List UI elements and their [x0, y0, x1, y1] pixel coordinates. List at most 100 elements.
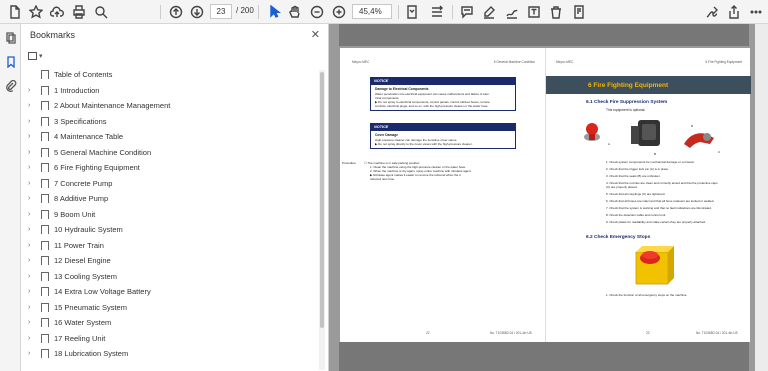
notice-tag: NOTICE: [371, 78, 515, 85]
hand-tool-icon[interactable]: [286, 3, 304, 21]
bookmark-item[interactable]: › 16 Water System: [21, 315, 321, 331]
text-tool-icon[interactable]: [525, 3, 543, 21]
previous-page-icon[interactable]: [167, 3, 185, 21]
bookmark-icon: [41, 333, 49, 344]
bookmark-item[interactable]: Table of Contents: [21, 67, 321, 83]
chevron-right-icon[interactable]: ›: [28, 257, 38, 264]
page-setup-icon[interactable]: [570, 3, 588, 21]
print-icon[interactable]: [70, 3, 88, 21]
bookmarks-icon[interactable]: [3, 54, 18, 69]
chevron-right-icon[interactable]: ›: [28, 319, 38, 326]
select-cursor-icon[interactable]: [265, 3, 283, 21]
share-icon[interactable]: [725, 3, 743, 21]
fig-label-d: D: [691, 124, 694, 128]
notice-box-electrical: NOTICE Damage to Electrical Components W…: [370, 77, 516, 111]
section-title-bar: 6 Fire Fighting Equipment: [546, 76, 751, 94]
fig-label-c: C: [718, 150, 721, 154]
bookmark-item[interactable]: › 17 Reeling Unit: [21, 331, 321, 347]
page-total: / 200: [236, 6, 254, 15]
trigger-button-illustration: [584, 123, 600, 141]
bookmark-item[interactable]: › 3 Specifications: [21, 114, 321, 130]
chevron-right-icon[interactable]: ›: [28, 195, 38, 202]
nozzle-illustration: [684, 133, 714, 148]
bookmark-item[interactable]: › 14 Extra Low Voltage Battery: [21, 284, 321, 300]
bookmark-item[interactable]: › 12 Diesel Engine: [21, 253, 321, 269]
thumbnails-icon[interactable]: [3, 30, 18, 45]
check-step: (C) are properly placed.: [606, 185, 638, 189]
chevron-right-icon[interactable]: ›: [28, 149, 38, 156]
zoom-out-icon[interactable]: [308, 3, 326, 21]
new-file-icon[interactable]: [6, 3, 24, 21]
bookmark-icon: [41, 302, 49, 313]
bookmarks-scrollbar-thumb[interactable]: [320, 72, 324, 328]
chevron-right-icon[interactable]: ›: [28, 273, 38, 280]
bookmark-item[interactable]: › 1 Introduction: [21, 83, 321, 99]
bookmark-item[interactable]: › 4 Maintenance Table: [21, 129, 321, 145]
bookmark-icon: [41, 116, 49, 127]
scroll-mode-icon[interactable]: [428, 3, 446, 21]
fit-page-icon[interactable]: [403, 3, 421, 21]
bookmark-item[interactable]: › 18 Lubrication System: [21, 346, 321, 362]
bookmark-item[interactable]: › 9 Boom Unit: [21, 207, 321, 223]
chevron-right-icon[interactable]: ›: [28, 335, 38, 342]
chevron-right-icon[interactable]: ›: [28, 211, 38, 218]
control-unit-illustration: [631, 120, 660, 146]
bookmark-label: 9 Boom Unit: [54, 209, 96, 219]
chevron-right-icon[interactable]: ›: [28, 118, 38, 125]
bookmark-item[interactable]: › 6 Fire Fighting Equipment: [21, 160, 321, 176]
notice-line: ▶ Do not spray directly to the cover van…: [375, 142, 473, 146]
bookmark-item[interactable]: › 8 Additive Pump: [21, 191, 321, 207]
delete-icon[interactable]: [547, 3, 565, 21]
chevron-right-icon[interactable]: ›: [28, 242, 38, 249]
close-panel-button[interactable]: ✕: [311, 28, 320, 41]
page-number-input[interactable]: 23: [210, 4, 232, 19]
navigation-icon-bar: [0, 24, 21, 371]
highlight-pen-icon[interactable]: [480, 3, 498, 21]
bookmark-item[interactable]: › 5 General Machine Condition: [21, 145, 321, 161]
next-page-icon[interactable]: [188, 3, 206, 21]
bookmark-item[interactable]: › 11 Power Train: [21, 238, 321, 254]
bookmark-item[interactable]: › 13 Cooling System: [21, 269, 321, 285]
list-options-icon: [28, 51, 37, 60]
chevron-right-icon[interactable]: ›: [28, 350, 38, 357]
bookmark-item[interactable]: › 15 Pneumatic System: [21, 300, 321, 316]
procedure-steps: ☐ The machine is in safe parking positio…: [364, 161, 534, 181]
check-step: 3. Check that the seals (B) are unbroken…: [606, 174, 661, 178]
zoom-search-icon[interactable]: [92, 3, 110, 21]
chevron-right-icon[interactable]: ›: [28, 164, 38, 171]
chevron-right-icon[interactable]: ›: [28, 87, 38, 94]
bookmark-label: 1 Introduction: [54, 85, 100, 95]
bookmark-label: 13 Cooling System: [54, 271, 117, 281]
zoom-in-icon[interactable]: [330, 3, 348, 21]
chevron-right-icon[interactable]: ›: [28, 304, 38, 311]
chevron-right-icon[interactable]: ›: [28, 102, 38, 109]
more-menu-icon[interactable]: [747, 3, 765, 21]
page-header-left: Meyco MEC: [556, 60, 574, 64]
procedure-label: Procedure: [342, 161, 356, 165]
bookmark-item[interactable]: › 7 Concrete Pump: [21, 176, 321, 192]
bookmark-label: 17 Reeling Unit: [54, 333, 106, 343]
attachments-icon[interactable]: [3, 78, 18, 93]
check-step: 1. Check system components for mechanica…: [606, 160, 695, 164]
bookmark-options-button[interactable]: ▾: [28, 49, 46, 62]
bookmark-item[interactable]: › 2 About Maintenance Management: [21, 98, 321, 114]
chevron-right-icon[interactable]: ›: [28, 226, 38, 233]
chevron-right-icon[interactable]: ›: [28, 133, 38, 140]
draw-icon[interactable]: [503, 3, 521, 21]
page-number-left: 22: [426, 331, 430, 335]
page-header-chapter: 6 Fire Fighting Equipment: [705, 60, 743, 64]
bookmark-label: 18 Lubrication System: [54, 349, 129, 359]
bookmark-star-icon[interactable]: [27, 3, 45, 21]
document-scrollbar[interactable]: [755, 24, 768, 371]
page-gap-top: [339, 24, 749, 46]
bookmark-label: 3 Specifications: [54, 116, 107, 126]
bookmark-item[interactable]: › 10 Hydraulic System: [21, 222, 321, 238]
sign-icon[interactable]: [703, 3, 721, 21]
zoom-level-select[interactable]: 45,4%: [352, 4, 392, 19]
bookmark-list: Table of Contents › 1 Introduction › 2 About…: [21, 67, 321, 362]
chevron-right-icon[interactable]: ›: [28, 288, 38, 295]
comment-icon[interactable]: [458, 3, 476, 21]
chevron-right-icon[interactable]: ›: [28, 180, 38, 187]
bookmark-label: 8 Additive Pump: [54, 194, 109, 204]
cloud-upload-icon[interactable]: [48, 3, 66, 21]
